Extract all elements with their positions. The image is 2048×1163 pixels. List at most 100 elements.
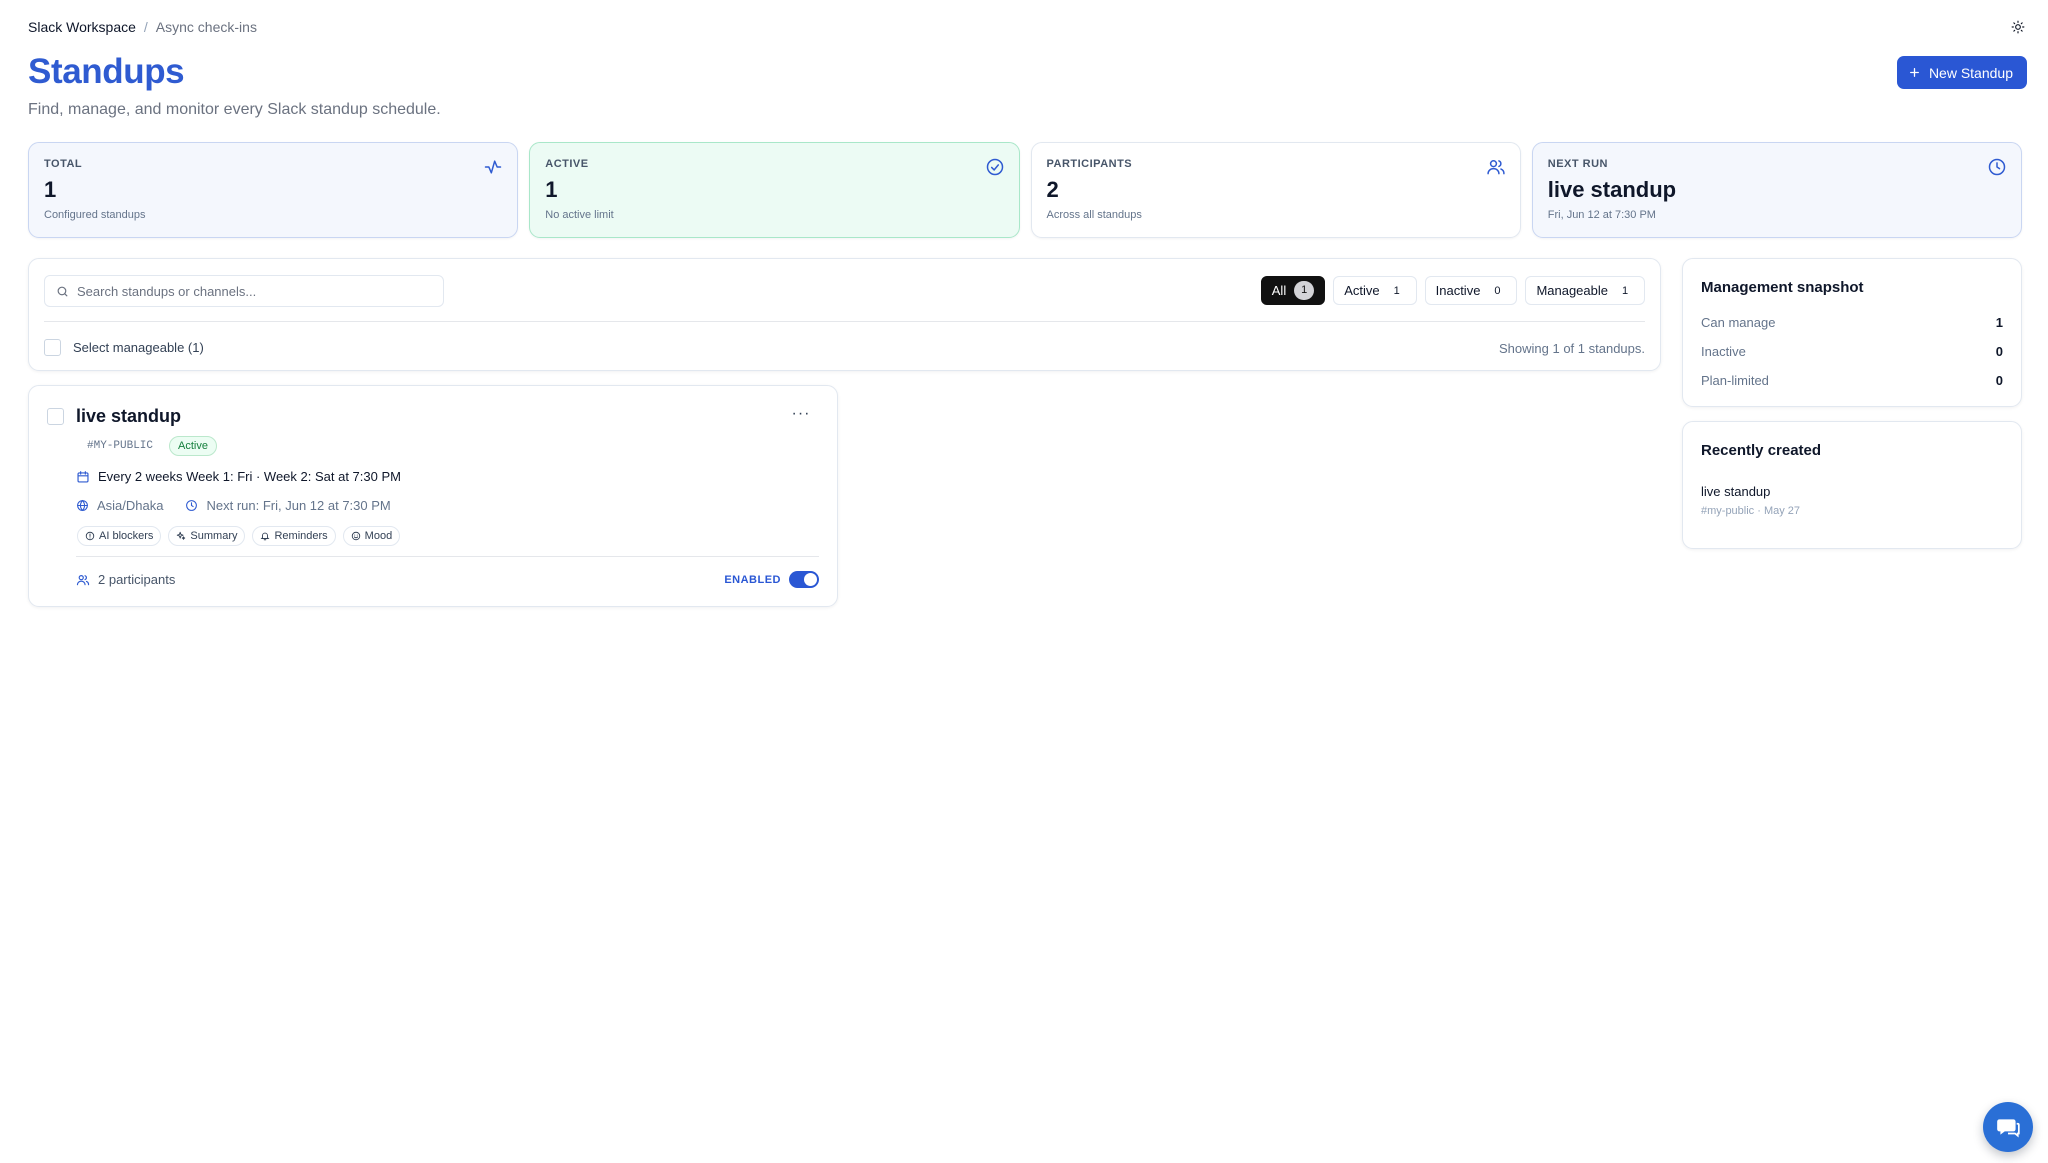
stat-label: NEXT RUN xyxy=(1547,158,1608,170)
search-input[interactable] xyxy=(77,283,417,299)
stat-label: TOTAL xyxy=(44,158,83,170)
stat-label: ACTIVE xyxy=(545,158,589,170)
stats-row: TOTAL 1 Configured standups ACTIVE 1 No … xyxy=(28,142,2022,238)
breadcrumb-workspace[interactable]: Slack Workspace xyxy=(28,19,136,35)
stat-card-participants: PARTICIPANTS 2 Across all standups xyxy=(1030,142,1521,238)
filter-chips: All 1 Active 1 Inactive 0 Manageable 1 xyxy=(1260,276,1645,305)
feature-tag-summary: Summary xyxy=(168,526,246,546)
stat-sub: Across all standups xyxy=(1046,209,1142,221)
chip-label: Manageable xyxy=(1536,283,1608,298)
filter-chip-inactive[interactable]: Inactive 0 xyxy=(1424,276,1518,305)
stat-value: 1 xyxy=(545,177,558,202)
stat-sub: Configured standups xyxy=(44,209,146,221)
timezone-row: Asia/Dhaka Next run: Fri, Jun 12 at 7:30… xyxy=(76,498,391,513)
snapshot-value: 1 xyxy=(1995,315,2003,330)
snapshot-row-plan-limited: Plan-limited 0 xyxy=(1701,373,2003,388)
snapshot-row-inactive: Inactive 0 xyxy=(1701,344,2003,359)
select-manageable-row: Select manageable (1) xyxy=(44,339,204,356)
page-subtitle: Find, manage, and monitor every Slack st… xyxy=(28,101,441,118)
snapshot-row-can-manage: Can manage 1 xyxy=(1701,315,2003,330)
chat-support-button[interactable] xyxy=(1983,1102,2033,1152)
feature-tag-mood: Mood xyxy=(342,526,401,546)
select-manageable-label[interactable]: Select manageable (1) xyxy=(73,340,204,355)
enabled-toggle[interactable] xyxy=(789,571,819,588)
feature-label: AI blockers xyxy=(99,530,154,542)
chip-label: All xyxy=(1271,283,1287,298)
standup-title[interactable]: live standup xyxy=(76,406,181,427)
new-standup-label: New Standup xyxy=(1928,64,2013,81)
panel-title: Recently created xyxy=(1701,442,1822,459)
feature-tags: AI blockers Summary Reminders Mood xyxy=(77,526,401,546)
filter-divider xyxy=(44,321,1645,322)
filter-chip-all[interactable]: All 1 xyxy=(1260,276,1326,305)
stat-label: PARTICIPANTS xyxy=(1046,158,1133,170)
filter-chip-manageable[interactable]: Manageable 1 xyxy=(1525,276,1645,305)
chat-icon xyxy=(1997,1119,2020,1138)
status-badge: Active xyxy=(169,436,217,456)
globe-icon xyxy=(77,499,88,512)
participants-row: 2 participants xyxy=(76,572,175,587)
more-options-button[interactable]: ··· xyxy=(789,402,813,426)
feature-label: Reminders xyxy=(274,530,328,542)
sparkles-icon xyxy=(177,531,186,540)
card-divider xyxy=(76,556,819,557)
feature-label: Summary xyxy=(190,530,238,542)
stat-sub: No active limit xyxy=(545,209,614,221)
stat-value: 1 xyxy=(44,177,57,202)
feature-tag-reminders: Reminders xyxy=(252,526,336,546)
chip-count: 1 xyxy=(1621,284,1629,297)
chip-count: 1 xyxy=(1294,281,1315,300)
users-icon xyxy=(1487,160,1505,175)
plus-icon xyxy=(1909,68,1919,77)
search-box[interactable] xyxy=(44,275,444,307)
stat-card-total: TOTAL 1 Configured standups xyxy=(28,142,519,238)
clock-icon xyxy=(186,500,198,511)
search-icon xyxy=(57,286,68,296)
chip-count: 1 xyxy=(1393,284,1400,297)
calendar-icon xyxy=(77,470,89,483)
bell-icon xyxy=(261,532,270,541)
recent-standup-meta: #my-public · May 27 xyxy=(1701,505,1801,517)
standup-select-checkbox[interactable] xyxy=(47,408,64,425)
snapshot-value: 0 xyxy=(1995,344,2003,359)
smile-icon xyxy=(351,531,360,541)
recently-created-panel: Recently created live standup #my-public… xyxy=(1682,421,2022,549)
schedule-text: Every 2 weeks Week 1: Fri · Week 2: Sat … xyxy=(98,469,401,484)
theme-toggle-sun-icon[interactable] xyxy=(2008,17,2028,37)
stat-sub: Fri, Jun 12 at 7:30 PM xyxy=(1547,209,1656,221)
enabled-label: ENABLED xyxy=(724,573,781,586)
standup-card[interactable]: live standup ··· #MY-PUBLIC Active Every… xyxy=(28,385,838,607)
stat-value: 2 xyxy=(1046,177,1059,202)
filter-chip-active[interactable]: Active 1 xyxy=(1333,276,1417,305)
next-run-text: Next run: Fri, Jun 12 at 7:30 PM xyxy=(206,498,391,513)
feature-label: Mood xyxy=(364,530,393,542)
check-circle-icon xyxy=(986,158,1003,176)
users-icon xyxy=(76,574,90,585)
alert-circle-icon xyxy=(85,531,95,541)
recent-standup-name[interactable]: live standup xyxy=(1701,484,1770,499)
stat-card-active: ACTIVE 1 No active limit xyxy=(529,142,1020,238)
snapshot-label: Inactive xyxy=(1701,344,1746,359)
results-count: Showing 1 of 1 standups. xyxy=(1499,341,1645,356)
chip-label: Active xyxy=(1344,283,1380,298)
enabled-control: ENABLED xyxy=(724,571,819,588)
page-title: Standups xyxy=(28,52,185,91)
channel-tag: #MY-PUBLIC xyxy=(81,437,160,455)
schedule-row: Every 2 weeks Week 1: Fri · Week 2: Sat … xyxy=(76,469,401,484)
stat-value: live standup xyxy=(1547,177,1677,202)
breadcrumb-section: Async check-ins xyxy=(155,19,257,35)
panel-title: Management snapshot xyxy=(1701,279,1864,296)
breadcrumb: Slack Workspace / Async check-ins xyxy=(28,19,257,35)
standup-tags: #MY-PUBLIC Active xyxy=(81,436,217,456)
chip-label: Inactive xyxy=(1435,283,1481,298)
management-snapshot-panel: Management snapshot Can manage 1 Inactiv… xyxy=(1682,258,2022,407)
new-standup-button[interactable]: New Standup xyxy=(1896,56,2027,89)
activity-icon xyxy=(485,160,502,174)
snapshot-label: Plan-limited xyxy=(1701,373,1769,388)
chip-count: 0 xyxy=(1494,284,1501,297)
stat-card-next-run: NEXT RUN live standup Fri, Jun 12 at 7:3… xyxy=(1531,142,2022,238)
snapshot-label: Can manage xyxy=(1701,315,1776,330)
select-manageable-checkbox[interactable] xyxy=(44,339,61,356)
timezone-text: Asia/Dhaka xyxy=(97,498,164,513)
filter-panel: All 1 Active 1 Inactive 0 Manageable 1 S… xyxy=(28,258,1661,371)
